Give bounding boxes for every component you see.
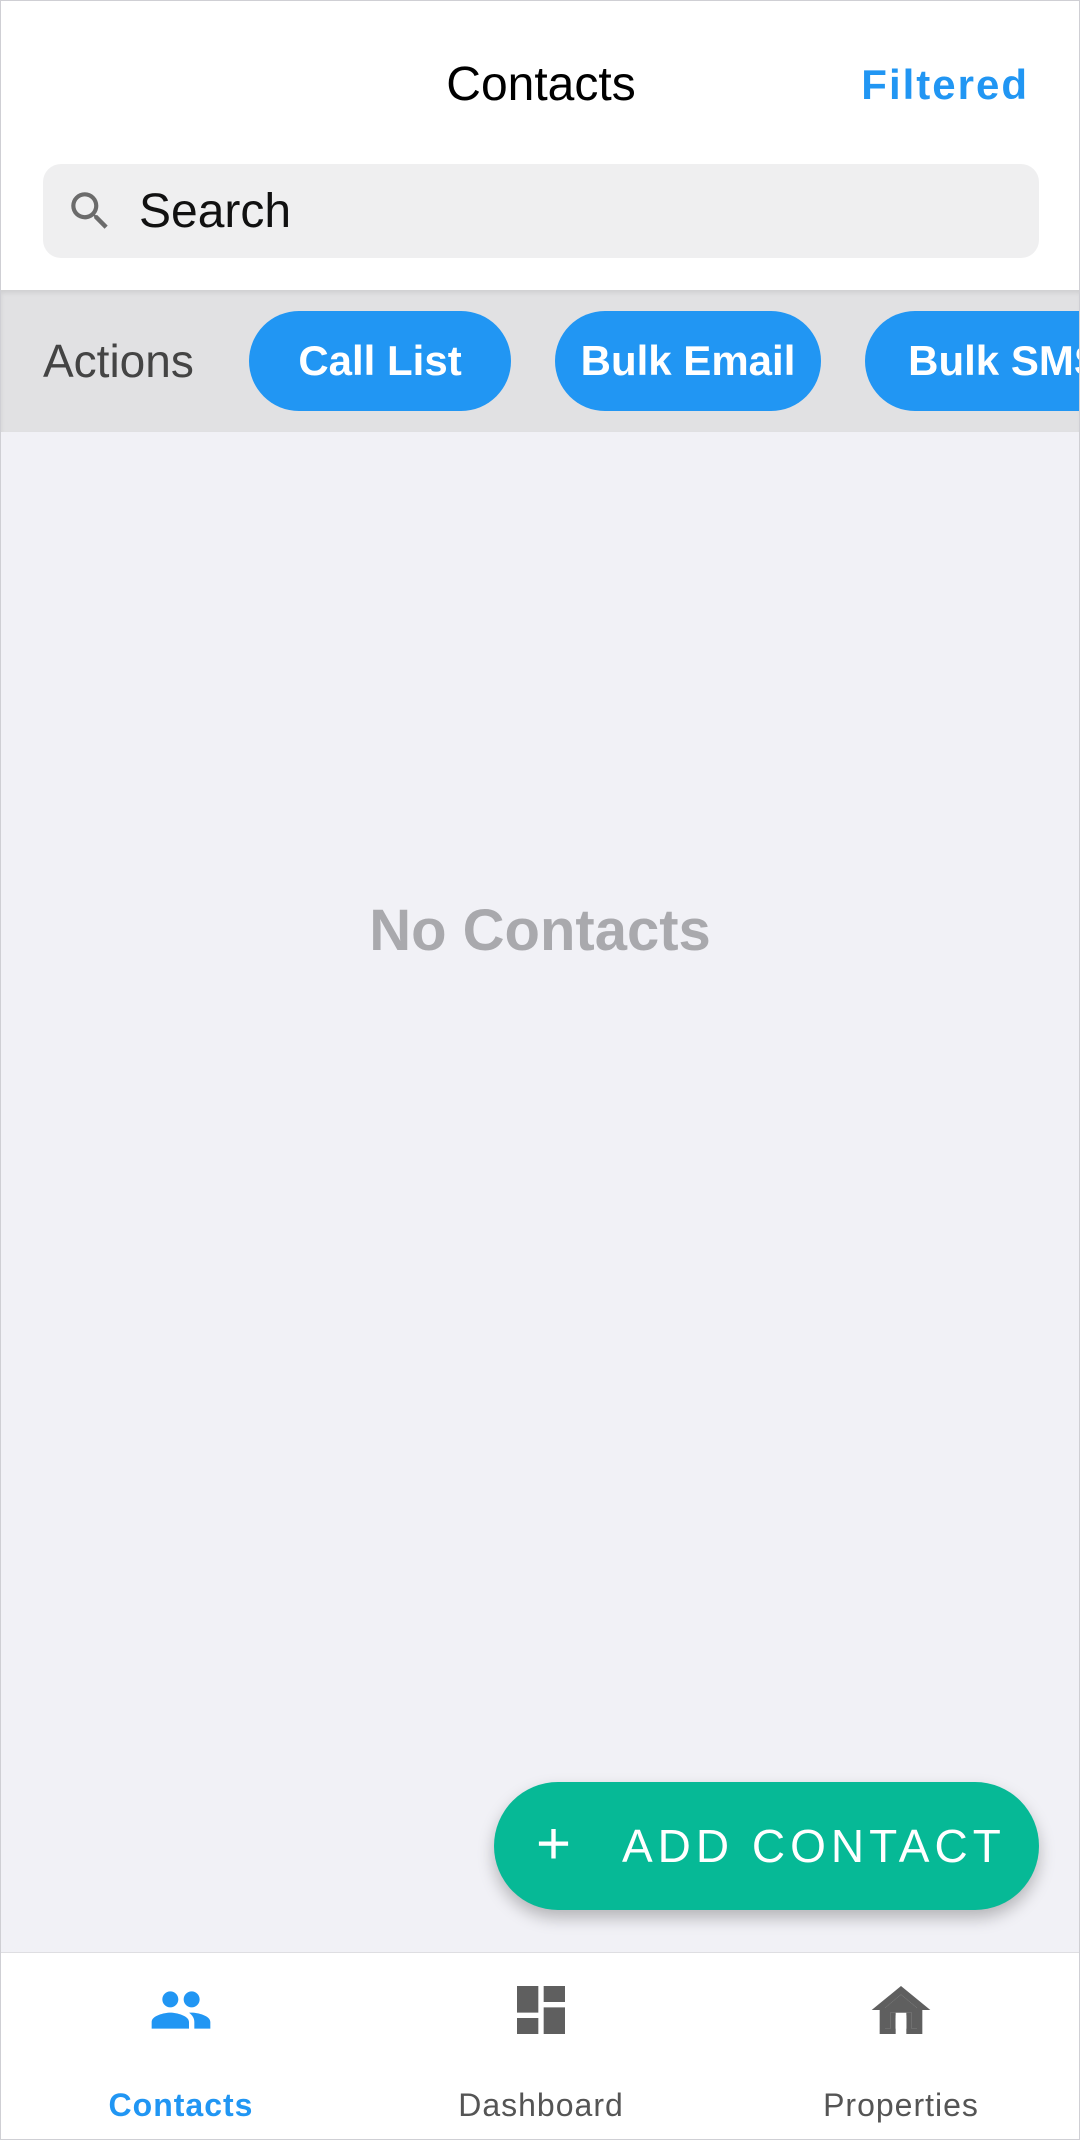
dashboard-icon — [517, 1986, 565, 2034]
bulk-email-button[interactable]: Bulk Email — [555, 311, 821, 411]
people-icon — [151, 1991, 211, 2029]
header: Contacts Filtered — [1, 1, 1079, 290]
contacts-screen: Contacts Filtered Actions Call List Bulk… — [0, 0, 1080, 2140]
add-contact-label: ADD CONTACT — [622, 1820, 1006, 1872]
nav-label-dashboard: Dashboard — [458, 2087, 624, 2123]
nav-item-dashboard[interactable]: Dashboard — [361, 1953, 721, 2139]
bottom-navigation: Contacts Dashboard Properties — [1, 1952, 1079, 2139]
plus-icon: + — [536, 1810, 572, 1877]
nav-label-properties: Properties — [823, 2087, 979, 2123]
add-contact-button[interactable]: + ADD CONTACT — [494, 1782, 1039, 1910]
nav-item-contacts[interactable]: Contacts — [1, 1953, 361, 2139]
actions-bar: Actions Call List Bulk Email Bulk SMS — [1, 290, 1079, 432]
nav-item-properties[interactable]: Properties — [721, 1953, 1079, 2139]
search-icon — [71, 192, 108, 229]
search-bar[interactable] — [43, 164, 1039, 258]
filtered-button[interactable]: Filtered — [861, 53, 1029, 117]
nav-label-contacts: Contacts — [108, 2087, 254, 2123]
home-icon — [871, 1986, 931, 2034]
search-input[interactable] — [139, 164, 1019, 258]
actions-label: Actions — [43, 335, 194, 387]
empty-state-text: No Contacts — [369, 898, 711, 963]
call-list-button[interactable]: Call List — [249, 311, 511, 411]
bulk-sms-button[interactable]: Bulk SMS — [865, 311, 1079, 411]
